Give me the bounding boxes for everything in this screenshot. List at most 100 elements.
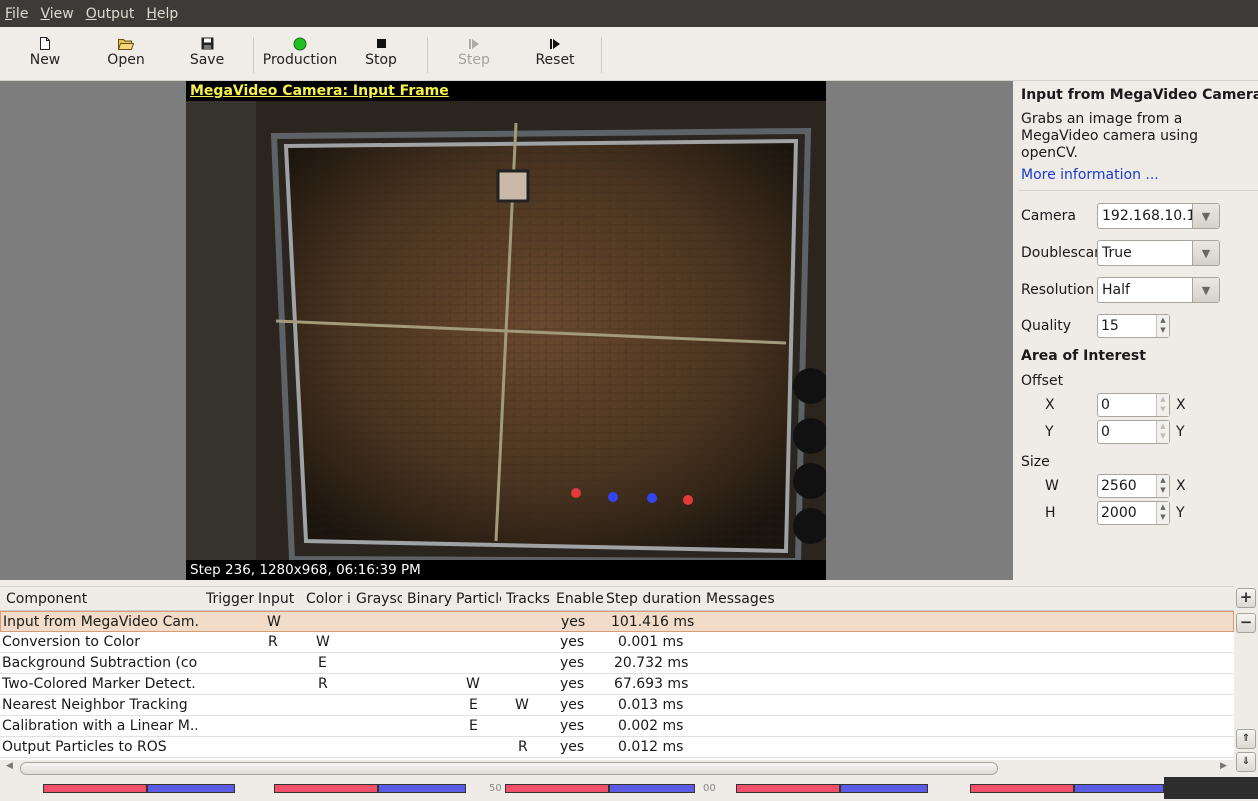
chevron-down-icon[interactable]: ▼ [1192,204,1219,228]
offset-y-value: 0 [1101,424,1110,440]
resolution-select[interactable]: Half ▼ [1097,277,1220,303]
tracks-cell: W [515,697,529,713]
reset-icon [515,35,595,52]
more-information-link[interactable]: More information ... [1021,167,1159,183]
add-component-button[interactable]: + [1236,588,1256,608]
production-label: Production [262,52,338,68]
new-label: New [29,52,61,68]
table-row[interactable]: Two-Colored Marker Detect... R W yes 67.… [0,674,1234,695]
save-label: Save [189,52,225,68]
table-row[interactable]: Conversion to Color R W yes 0.001 ms [0,632,1234,653]
column-header[interactable]: Input [258,591,294,607]
size-w-spinner[interactable]: 2560 ▲ ▼ [1097,474,1170,498]
camera-image [186,101,826,560]
doublescan-select[interactable]: True ▼ [1097,240,1220,266]
component-cell: Nearest Neighbor Tracking [2,697,188,713]
color-cell: R [318,676,328,692]
timeline-segment [43,784,147,793]
duration-cell: 0.012 ms [618,739,684,755]
column-header[interactable]: Graysc [356,591,402,607]
chevron-down-icon[interactable]: ▼ [1192,278,1219,302]
column-header[interactable]: Tracks [506,591,550,607]
table-side-controls: + − ⇑ ⇓ [1234,586,1258,776]
color-cell: E [318,655,327,671]
size-w-suffix: X [1176,478,1186,494]
component-description: Grabs an image from a MegaVideo camera u… [1021,111,1198,161]
duration-cell: 101.416 ms [611,614,695,630]
toolbar-separator [601,37,602,73]
move-down-icon[interactable]: ⇓ [1236,752,1256,772]
size-h-spinner[interactable]: 2000 ▲ ▼ [1097,501,1170,525]
camera-label: Camera [1021,208,1076,224]
menu-output[interactable]: Output [85,6,136,22]
offset-y-spinner[interactable]: 0 ▲ ▼ [1097,420,1170,444]
step-button[interactable]: Step [434,35,514,68]
column-header[interactable]: Color i [306,591,352,607]
move-up-icon[interactable]: ⇑ [1236,729,1256,749]
timeline-cursor-area [1164,777,1258,799]
chevron-down-icon[interactable]: ▼ [1192,241,1219,265]
size-h-label: H [1045,505,1056,521]
floppy-disk-icon [167,35,247,52]
size-h-value: 2000 [1101,505,1137,521]
spin-arrows-icon[interactable]: ▲ ▼ [1156,502,1169,524]
frame-title[interactable]: MegaVideo Camera: Input Frame [190,83,449,99]
area-of-interest-heading: Area of Interest [1021,348,1146,364]
spin-arrows-icon[interactable]: ▲ ▼ [1156,421,1169,443]
step-icon [434,35,514,52]
scrollbar-thumb[interactable] [20,762,998,775]
column-header[interactable]: Trigger [206,591,254,607]
menu-view[interactable]: View [39,6,74,22]
remove-component-button[interactable]: − [1236,613,1256,633]
quality-spinner[interactable]: 15 ▲ ▼ [1097,314,1170,338]
enable-cell: yes [560,718,585,734]
table-row[interactable]: Background Subtraction (co... E yes 20.7… [0,653,1234,674]
timeline-segment [1074,784,1164,793]
scroll-right-icon[interactable]: ▶ [1220,761,1227,771]
column-header[interactable]: Component [6,591,87,607]
spin-arrows-icon[interactable]: ▲ ▼ [1156,315,1169,337]
color-cell: W [316,634,330,650]
table-row[interactable]: Output Particles to ROS R yes 0.012 ms [0,737,1234,758]
toolbar-separator [427,37,428,73]
tracks-cell: R [518,739,528,755]
camera-select[interactable]: 192.168.10.12 ▼ [1097,203,1220,229]
save-button[interactable]: Save [167,35,247,68]
menu-help[interactable]: Help [145,6,179,22]
column-header[interactable]: Step duration [606,591,701,607]
offset-y-label: Y [1045,424,1054,440]
column-header[interactable]: Binary [407,591,452,607]
offset-label: Offset [1021,373,1064,389]
duration-cell: 0.001 ms [618,634,684,650]
open-button[interactable]: Open [86,35,166,68]
column-header[interactable]: Enable [556,591,604,607]
table-row[interactable]: Calibration with a Linear M... E yes 0.0… [0,716,1234,737]
camera-frame: MegaVideo Camera: Input Frame Step 236, … [186,81,826,580]
horizontal-scrollbar[interactable]: ◀ ▶ [0,760,1234,777]
component-cell: Conversion to Color [2,634,140,650]
timeline-bars: 50 00 [0,781,1258,794]
quality-value: 15 [1101,318,1119,334]
spin-arrows-icon[interactable]: ▲ ▼ [1156,475,1169,497]
column-header[interactable]: Particle [456,591,501,607]
stop-button[interactable]: Stop [341,35,421,68]
duration-cell: 20.732 ms [614,655,689,671]
spin-arrows-icon[interactable]: ▲ ▼ [1156,394,1169,416]
scroll-left-icon[interactable]: ◀ [6,761,13,771]
step-label: Step [458,52,490,68]
production-button[interactable]: Production [260,35,340,68]
particle-cell: W [466,676,480,692]
table-row[interactable]: Input from MegaVideo Cam... W yes 101.41… [0,611,1234,632]
table-header: Component Trigger Input Color i Graysc B… [0,587,1234,611]
column-header[interactable]: Messages [706,591,775,607]
enable-cell: yes [560,697,585,713]
offset-x-spinner[interactable]: 0 ▲ ▼ [1097,393,1170,417]
menu-file[interactable]: File [4,6,29,22]
input-cell: R [268,634,278,650]
duration-cell: 67.693 ms [614,676,689,692]
table-row[interactable]: Nearest Neighbor Tracking E W yes 0.013 … [0,695,1234,716]
reset-button[interactable]: Reset [515,35,595,68]
doublescan-label: Doublescan [1021,245,1104,261]
new-button[interactable]: New [5,35,85,68]
size-w-value: 2560 [1101,478,1137,494]
